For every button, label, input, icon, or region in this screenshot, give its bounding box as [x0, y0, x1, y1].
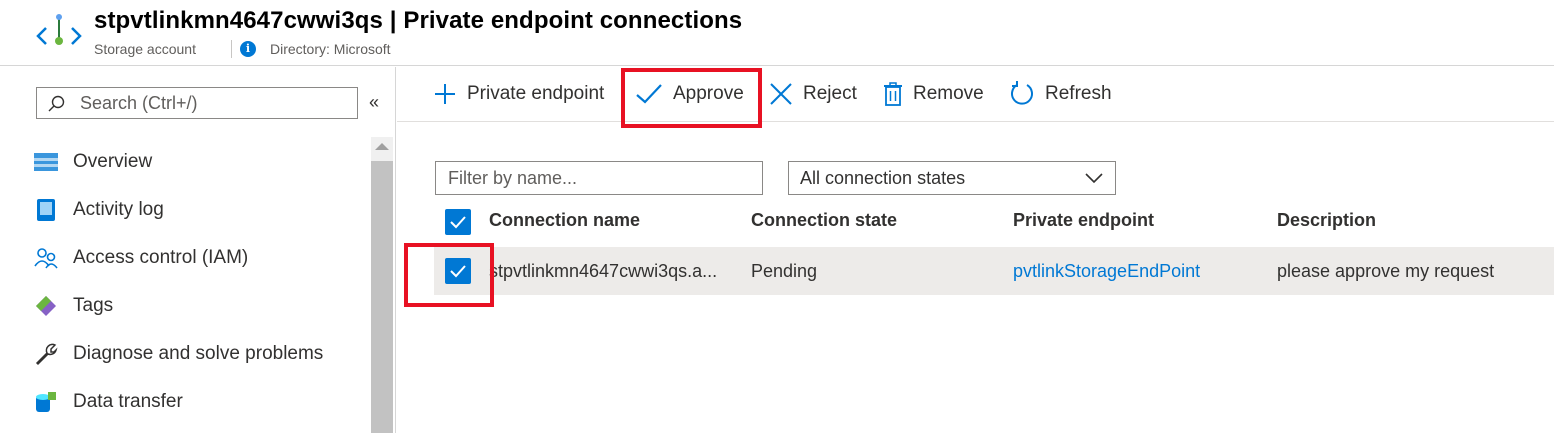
select-all-checkbox[interactable]: [445, 209, 471, 235]
checkbox-highlight-box: [404, 243, 494, 307]
sidebar-item-label: Activity log: [73, 199, 164, 220]
activity-log-icon: [34, 198, 58, 222]
sidebar-item-iam[interactable]: Access control (IAM): [34, 238, 364, 278]
sidebar-item-label: Diagnose and solve problems: [73, 343, 324, 364]
data-transfer-icon: [34, 390, 58, 414]
search-icon: [48, 95, 65, 112]
reject-button[interactable]: Reject: [769, 78, 857, 110]
chevron-down-icon: [1085, 173, 1103, 184]
main-content: Private endpoint Approve Reject Remove R…: [397, 67, 1554, 433]
wrench-icon: [34, 342, 58, 366]
close-icon: [770, 83, 792, 105]
add-private-endpoint-button[interactable]: Private endpoint: [433, 78, 604, 110]
dropdown-value: All connection states: [800, 168, 966, 188]
overview-icon: [34, 150, 58, 174]
remove-button-label: Remove: [913, 83, 984, 104]
column-header-private-endpoint[interactable]: Private endpoint: [1013, 210, 1154, 231]
refresh-icon: [1011, 81, 1033, 105]
iam-icon: [34, 246, 58, 270]
resource-type: Storage account: [94, 41, 196, 57]
collapse-menu-button[interactable]: «: [369, 92, 379, 113]
cell-connection-name: stpvtlinkmn4647cwwi3qs.a...: [489, 261, 718, 281]
filter-placeholder: Filter by name...: [448, 168, 578, 188]
menu-search-input[interactable]: Search (Ctrl+/): [36, 87, 358, 119]
checkmark-icon: [450, 216, 466, 229]
sidebar-item-tags[interactable]: Tags: [34, 286, 364, 326]
column-header-connection-name[interactable]: Connection name: [489, 210, 640, 231]
menu-scrollbar[interactable]: [371, 137, 393, 433]
page-header: stpvtlinkmn4647cwwi3qs | Private endpoin…: [0, 0, 1554, 66]
refresh-button[interactable]: Refresh: [1009, 78, 1112, 110]
sidebar-item-label: Tags: [73, 295, 114, 316]
sidebar-item-activity-log[interactable]: Activity log: [34, 190, 364, 230]
add-button-label: Private endpoint: [467, 83, 605, 104]
sidebar-item-diagnose[interactable]: Diagnose and solve problems: [34, 334, 364, 374]
trash-icon: [884, 82, 902, 106]
command-bar: Private endpoint Approve Reject Remove R…: [397, 67, 1554, 128]
sidebar-item-label: Access control (IAM): [73, 247, 249, 268]
directory-label: Directory: Microsoft: [270, 41, 391, 57]
remove-button[interactable]: Remove: [883, 78, 984, 110]
private-endpoint-link[interactable]: pvtlinkStorageEndPoint: [1013, 261, 1200, 282]
column-header-connection-state[interactable]: Connection state: [751, 210, 897, 231]
private-link-icon: [36, 14, 82, 45]
info-icon: i: [240, 41, 256, 57]
search-placeholder: Search (Ctrl+/): [80, 93, 198, 113]
plus-icon: [435, 84, 455, 104]
refresh-button-label: Refresh: [1045, 83, 1112, 104]
scroll-up-icon[interactable]: [375, 143, 389, 150]
resource-menu: Search (Ctrl+/) « Overview Activity log …: [0, 67, 396, 433]
column-header-description[interactable]: Description: [1277, 210, 1376, 231]
cell-description: please approve my request: [1277, 261, 1495, 281]
sidebar-item-data-transfer[interactable]: Data transfer: [34, 382, 364, 422]
scroll-thumb[interactable]: [371, 161, 393, 433]
page-title: stpvtlinkmn4647cwwi3qs | Private endpoin…: [94, 7, 743, 34]
filter-by-name-input[interactable]: Filter by name...: [435, 161, 763, 195]
divider: [231, 40, 232, 58]
approve-highlight-box: [621, 68, 762, 128]
cell-connection-state: Pending: [751, 261, 818, 281]
sidebar-item-overview[interactable]: Overview: [34, 142, 364, 182]
sidebar-item-label: Overview: [73, 151, 153, 172]
tag-icon: [34, 294, 58, 318]
connection-state-dropdown[interactable]: All connection states: [788, 161, 1116, 195]
reject-button-label: Reject: [803, 83, 857, 104]
sidebar-item-label: Data transfer: [73, 391, 183, 412]
